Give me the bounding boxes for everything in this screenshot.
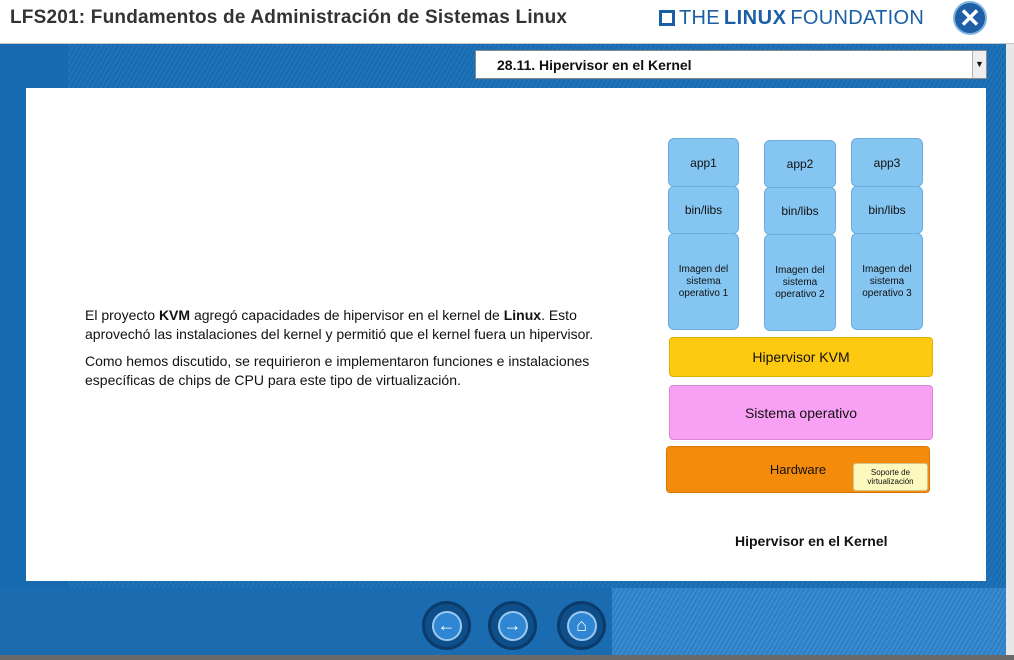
home-icon: ⌂ xyxy=(566,610,597,641)
dropdown-arrow-icon[interactable]: ▼ xyxy=(972,51,986,78)
kvm-hypervisor-box: Hipervisor KVM xyxy=(669,337,933,377)
app2-box: app2 xyxy=(764,140,836,188)
close-icon: ✕ xyxy=(959,2,981,33)
back-button[interactable]: ← xyxy=(425,604,468,647)
next-button[interactable]: → xyxy=(491,604,534,647)
paragraph-1: El proyecto KVM agregó capacidades de hi… xyxy=(85,306,605,344)
paragraph-2: Como hemos discutido, se requirieron e i… xyxy=(85,353,590,388)
content-panel: El proyecto KVM agregó capacidades de hi… xyxy=(26,88,986,581)
libs1-box: bin/libs xyxy=(668,186,739,234)
operating-system-box: Sistema operativo xyxy=(669,385,933,440)
diagram-caption: Hipervisor en el Kernel xyxy=(735,533,888,549)
home-button[interactable]: ⌂ xyxy=(560,604,603,647)
window-bottom-edge xyxy=(0,655,1014,660)
course-title: LFS201: Fundamentos de Administración de… xyxy=(10,7,568,28)
p1-text-b: agregó capacidades de hipervisor en el k… xyxy=(190,307,504,323)
app3-box: app3 xyxy=(851,138,923,187)
kvm-diagram: app1 bin/libs Imagen del sistema operati… xyxy=(666,138,936,508)
virtualization-support-note: Soporte de virtualización xyxy=(853,463,928,491)
close-button[interactable]: ✕ xyxy=(953,1,987,35)
linux-foundation-logo: THE LINUX FOUNDATION xyxy=(659,6,924,30)
os-image-1-box: Imagen del sistema operativo 1 xyxy=(668,233,739,330)
libs2-box: bin/libs xyxy=(764,187,836,235)
window-edge xyxy=(1006,44,1014,660)
logo-foundation: FOUNDATION xyxy=(790,6,925,29)
logo-square-icon xyxy=(659,10,675,26)
section-select[interactable]: 28.11. Hipervisor en el Kernel ▼ xyxy=(475,50,987,79)
arrow-right-icon: → xyxy=(497,610,528,641)
os-image-3-box: Imagen del sistema operativo 3 xyxy=(851,233,923,330)
p1-linux: Linux xyxy=(503,307,542,323)
logo-linux: LINUX xyxy=(723,6,787,29)
arrow-left-icon: ← xyxy=(431,610,462,641)
footer-pattern xyxy=(612,588,1014,660)
hardware-label: Hardware xyxy=(769,462,827,477)
libs3-box: bin/libs xyxy=(851,186,923,234)
header: LFS201: Fundamentos de Administración de… xyxy=(0,0,1014,44)
app1-box: app1 xyxy=(668,138,739,187)
logo-the: THE xyxy=(679,6,720,29)
p1-kvm: KVM xyxy=(158,307,191,323)
p1-text-a: El proyecto xyxy=(85,307,159,323)
section-select-value: 28.11. Hipervisor en el Kernel xyxy=(497,57,692,73)
os-image-2-box: Imagen del sistema operativo 2 xyxy=(764,234,836,331)
content-text: El proyecto KVM agregó capacidades de hi… xyxy=(85,306,605,398)
